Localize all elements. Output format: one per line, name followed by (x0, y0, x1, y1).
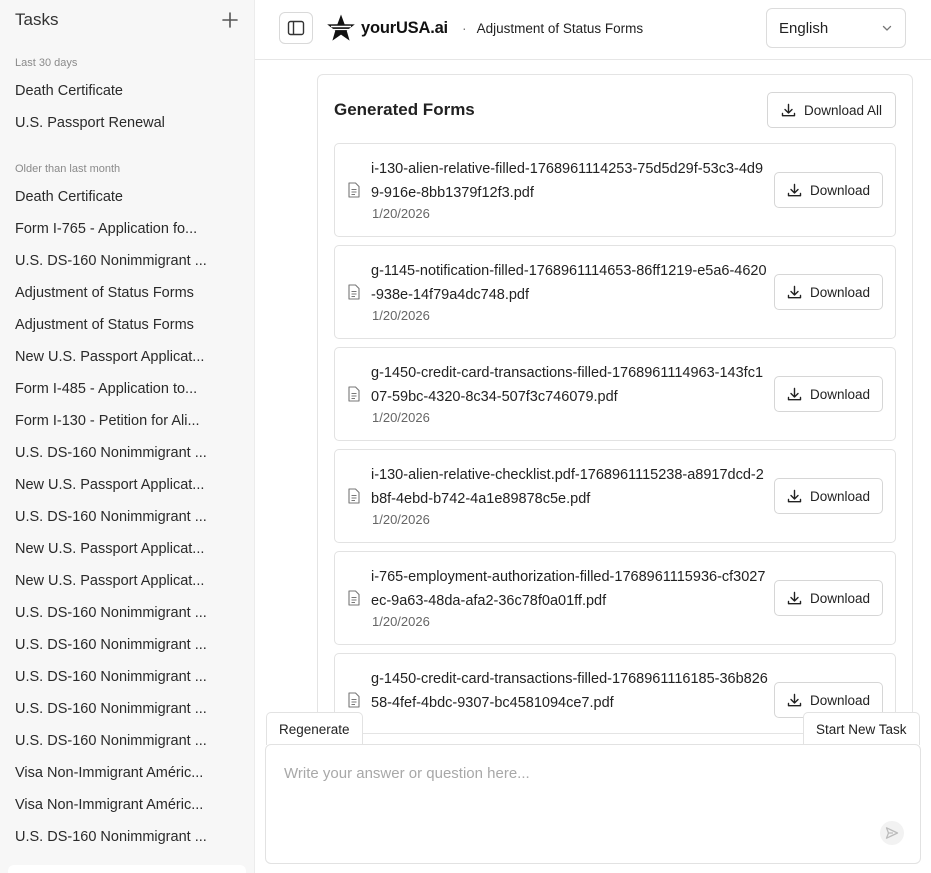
sidebar-task-item[interactable]: U.S. Passport Renewal (0, 107, 230, 139)
download-icon (787, 183, 802, 196)
plus-icon[interactable] (221, 11, 239, 29)
download-label: Download (809, 590, 870, 606)
file-name: g-1450-credit-card-transactions-filled-1… (371, 365, 764, 405)
sidebar-task-item[interactable]: Death Certificate (0, 181, 230, 213)
file-date: 1/20/2026 (372, 308, 430, 323)
download-label: Download (809, 488, 870, 504)
file-icon (348, 284, 360, 300)
sidebar-task-item[interactable]: Adjustment of Status Forms (0, 277, 230, 309)
download-button[interactable]: Download (773, 580, 883, 616)
topbar: yourUSA.ai · Adjustment of Status Forms … (255, 0, 931, 60)
download-button[interactable]: Download (773, 172, 883, 208)
sidebar-task-item[interactable]: U.S. DS-160 Nonimmigrant ... (0, 501, 230, 533)
sidebar: Tasks Last 30 days Death Certificate U.S.… (0, 0, 255, 873)
download-label: Download (809, 284, 870, 300)
sidebar-task-item[interactable]: New U.S. Passport Applicat... (0, 341, 230, 373)
download-icon (787, 693, 802, 706)
sidebar-task-item[interactable]: Visa Non-Immigrant Améric... (0, 757, 230, 789)
download-icon (781, 103, 796, 116)
send-icon (885, 827, 899, 839)
file-list: i-130-alien-relative-filled-176896111425… (334, 143, 896, 733)
sidebar-toggle-icon (287, 20, 305, 36)
composer (265, 744, 921, 864)
download-label: Download (809, 386, 870, 402)
download-icon (787, 285, 802, 298)
sidebar-task-item[interactable]: Visa Non-Immigrant Améric... (0, 789, 230, 821)
file-card: i-130-alien-relative-checklist.pdf-17689… (334, 449, 896, 543)
sidebar-task-item[interactable]: U.S. DS-160 Nonimmigrant ... (0, 245, 230, 277)
download-all-label: Download All (803, 102, 882, 118)
sidebar-task-item[interactable]: New U.S. Passport Applicat... (0, 533, 230, 565)
sidebar-task-item[interactable]: U.S. DS-160 Nonimmigrant ... (0, 597, 230, 629)
file-icon (348, 692, 360, 708)
sidebar-task-item[interactable]: U.S. DS-160 Nonimmigrant ... (0, 437, 230, 469)
file-date: 1/20/2026 (372, 614, 430, 629)
sidebar-task-item[interactable]: U.S. DS-160 Nonimmigrant ... (0, 693, 230, 725)
file-date: 1/20/2026 (372, 512, 430, 527)
recent-task-list: Death Certificate U.S. Passport Renewal (0, 75, 254, 139)
file-name: i-765-employment-authorization-filled-17… (371, 569, 766, 609)
brand[interactable]: yourUSA.ai · Adjustment of Status Forms (326, 12, 643, 44)
file-icon (348, 182, 360, 198)
file-card: i-130-alien-relative-filled-176896111425… (334, 143, 896, 237)
file-name: g-1145-notification-filled-1768961114653… (371, 263, 767, 303)
file-name: i-130-alien-relative-checklist.pdf-17689… (371, 467, 764, 507)
message-input[interactable] (284, 765, 844, 845)
download-label: Download (809, 182, 870, 198)
file-icon (348, 590, 360, 606)
download-button[interactable]: Download (773, 376, 883, 412)
file-card: g-1145-notification-filled-1768961114653… (334, 245, 896, 339)
sidebar-task-item[interactable]: New U.S. Passport Applicat... (0, 469, 230, 501)
older-task-list: Death Certificate Form I-765 - Applicatio… (0, 181, 254, 853)
brand-name: yourUSA.ai (361, 18, 448, 37)
download-icon (787, 591, 802, 604)
language-select[interactable]: English (766, 8, 906, 48)
breadcrumb-separator: · (461, 20, 467, 36)
group-label-older: Older than last month (15, 163, 121, 175)
language-select-value: English (779, 19, 829, 37)
sidebar-task-item[interactable]: Death Certificate (0, 75, 230, 107)
sidebar-task-item[interactable]: Adjustment of Status Forms (0, 309, 230, 341)
file-card: g-1450-credit-card-transactions-filled-1… (334, 347, 896, 441)
sidebar-task-item[interactable]: U.S. DS-160 Nonimmigrant ... (0, 821, 230, 853)
download-all-button[interactable]: Download All (766, 92, 896, 128)
sidebar-task-item[interactable]: New U.S. Passport Applicat... (0, 565, 230, 597)
regenerate-button[interactable]: Regenerate (266, 712, 363, 745)
download-icon (787, 387, 802, 400)
send-button[interactable] (880, 821, 904, 845)
group-label-recent: Last 30 days (15, 57, 78, 69)
file-card: i-765-employment-authorization-filled-17… (334, 551, 896, 645)
download-icon (787, 489, 802, 502)
file-date: 1/20/2026 (372, 206, 430, 221)
file-icon (348, 386, 360, 402)
sidebar-title: Tasks (15, 10, 59, 29)
sidebar-task-item[interactable]: Form I-765 - Application fo... (0, 213, 230, 245)
sidebar-task-item[interactable]: U.S. DS-160 Nonimmigrant ... (0, 629, 230, 661)
sidebar-footer (8, 865, 246, 873)
file-date: 1/20/2026 (372, 410, 430, 425)
download-label: Download (809, 692, 870, 708)
file-icon (348, 488, 360, 504)
sidebar-task-item[interactable]: Form I-485 - Application to... (0, 373, 230, 405)
file-name: i-130-alien-relative-filled-176896111425… (371, 161, 764, 201)
generated-forms-header: Generated Forms Download All (334, 92, 896, 128)
file-name: g-1450-credit-card-transactions-filled-1… (371, 671, 768, 711)
generated-forms-title: Generated Forms (334, 100, 475, 119)
sidebar-task-item[interactable]: U.S. DS-160 Nonimmigrant ... (0, 725, 230, 757)
download-button[interactable]: Download (773, 478, 883, 514)
chevron-down-icon (882, 25, 892, 31)
sidebar-task-item[interactable]: Form I-130 - Petition for Ali... (0, 405, 230, 437)
start-new-task-button[interactable]: Start New Task (803, 712, 920, 745)
download-button[interactable]: Download (773, 274, 883, 310)
star-logo-icon (327, 14, 355, 41)
generated-forms-panel: Generated Forms Download All i-130-alien… (317, 74, 913, 734)
sidebar-toggle-button[interactable] (279, 12, 313, 44)
sidebar-task-item[interactable]: U.S. DS-160 Nonimmigrant ... (0, 661, 230, 693)
sidebar-header: Tasks (0, 0, 254, 40)
page-title: Adjustment of Status Forms (476, 20, 644, 36)
